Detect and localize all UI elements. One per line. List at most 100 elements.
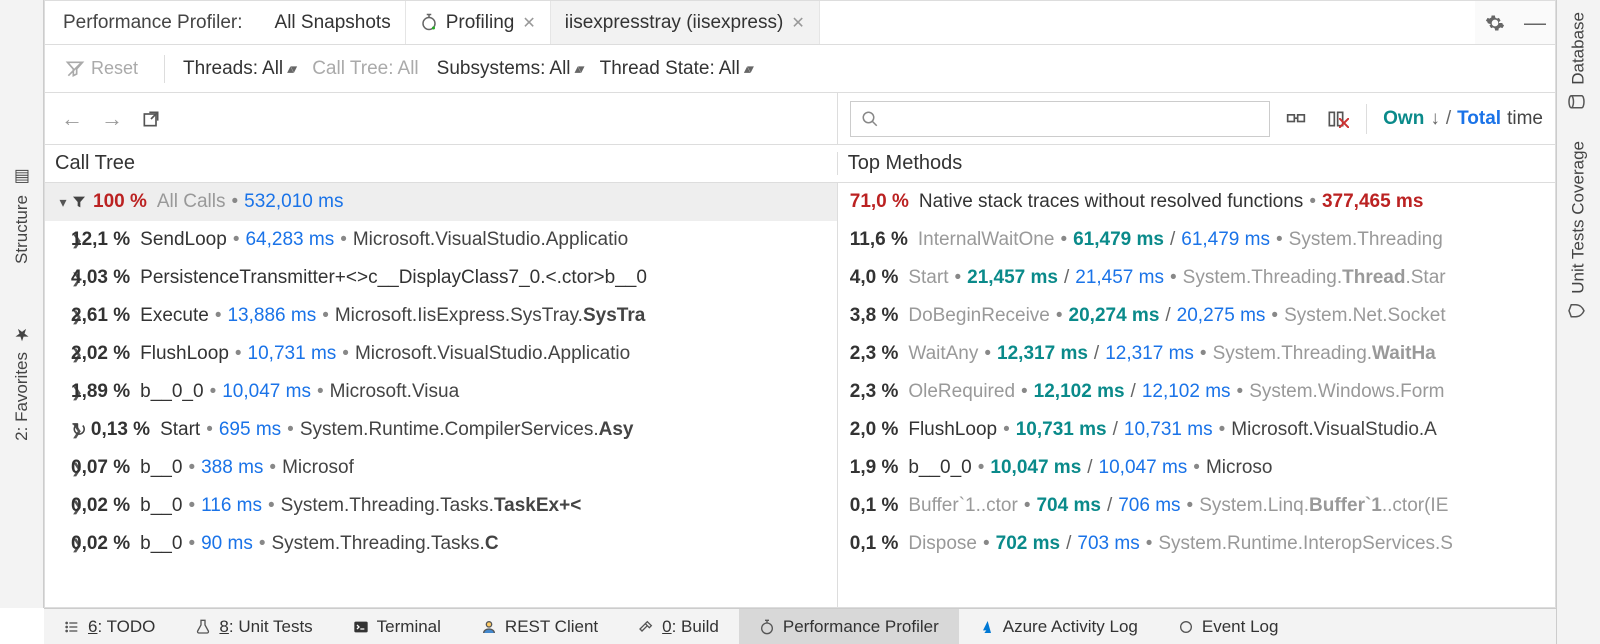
bottom-tab-label: Azure Activity Log (1003, 617, 1138, 637)
bottom-tab-azure-activity-log[interactable]: Azure Activity Log (959, 609, 1158, 644)
panel-title: Performance Profiler: (45, 1, 261, 44)
topmethod-row[interactable]: 0,1 %Dispose•702 ms/703 ms•System.Runtim… (838, 525, 1555, 563)
stopwatch-icon (759, 617, 775, 637)
percent-value: 71,0 % (850, 191, 909, 213)
search-field[interactable] (879, 108, 1259, 129)
percent-value: 0,1 % (850, 495, 899, 517)
view-toggle-button[interactable] (1282, 108, 1310, 129)
ring-icon (1178, 617, 1194, 637)
calltree-row[interactable]: ❯0,02 %b__0•90 ms•System.Threading.Tasks… (45, 525, 837, 563)
calltree-pane[interactable]: ▾100 %All Calls•532,010 ms❯12,1 %SendLoo… (45, 183, 838, 607)
sort-caret-icon: ▴▾ (744, 61, 751, 77)
rail-favorites[interactable]: 2: Favorites ★ (12, 324, 32, 441)
star-icon: ★ (12, 324, 32, 344)
percent-value: 2,0 % (850, 419, 899, 441)
bottom-tab-label: Terminal (377, 617, 441, 637)
rail-coverage[interactable]: Unit Tests Coverage (1567, 141, 1590, 320)
tab-iisexpresstray[interactable]: iisexpresstray (iisexpress) ✕ (551, 1, 820, 44)
filter-calltree[interactable]: Call Tree: All (312, 58, 418, 80)
topmethod-row[interactable]: 3,8 %DoBeginReceive•20,274 ms/20,275 ms•… (838, 297, 1555, 335)
rail-structure[interactable]: Structure ▤ (12, 167, 32, 264)
settings-button[interactable] (1475, 1, 1515, 44)
tab-all-snapshots[interactable]: All Snapshots (261, 1, 406, 44)
database-icon (1567, 93, 1590, 111)
calltree-row[interactable]: ❯12,1 %SendLoop•64,283 ms•Microsoft.Visu… (45, 221, 837, 259)
percent-value: 1,89 % (71, 381, 130, 403)
bottom-tab-label: 6: TODO (88, 617, 155, 637)
own-total-toggle[interactable]: Own↓ / Total time (1383, 108, 1543, 130)
topmethod-row[interactable]: 1,9 %b__0_0•10,047 ms/10,047 ms•Microso (838, 449, 1555, 487)
chevron-down-icon[interactable]: ▾ (45, 194, 71, 211)
bottom-tab-label: Performance Profiler (783, 617, 939, 637)
chevron-right-icon[interactable]: ❯ (45, 498, 71, 515)
close-icon[interactable]: ✕ (522, 13, 535, 33)
back-button[interactable]: ← (61, 106, 83, 132)
minimize-icon: — (1524, 10, 1546, 36)
chevron-right-icon[interactable]: ❯ (45, 536, 71, 553)
profiler-panel: Performance Profiler: All Snapshots Prof… (44, 0, 1556, 608)
minimize-button[interactable]: — (1515, 1, 1555, 44)
percent-value: 0,07 % (71, 457, 130, 479)
percent-value: 0,02 % (71, 495, 130, 517)
bottom-tab-label: REST Client (505, 617, 598, 637)
reset-button[interactable]: Reset (57, 54, 146, 83)
topmethod-row[interactable]: 0,1 %Buffer`1..ctor•704 ms/706 ms•System… (838, 487, 1555, 525)
chevron-right-icon[interactable]: ❯ (45, 384, 71, 401)
recursion-icon: ↻ (71, 419, 87, 442)
forward-button[interactable]: → (101, 106, 123, 132)
tab-bar: Performance Profiler: All Snapshots Prof… (45, 1, 1555, 45)
right-tool-rail: Database Unit Tests Coverage (1556, 0, 1600, 644)
filter-threadstate[interactable]: Thread State: All ▴▾ (600, 58, 751, 80)
hammer-icon (638, 617, 654, 637)
bottom-tab----unit-tests[interactable]: 8: Unit Tests (175, 609, 332, 644)
tab-label: Profiling (446, 12, 515, 34)
calltree-row[interactable]: ❯2,02 %FlushLoop•10,731 ms•Microsoft.Vis… (45, 335, 837, 373)
chevron-right-icon[interactable]: ❯ (45, 422, 71, 439)
bottom-tab-label: Event Log (1202, 617, 1279, 637)
bottom-tab-rest-client[interactable]: REST Client (461, 609, 618, 644)
rail-database[interactable]: Database (1567, 12, 1590, 111)
topmethods-toolbar: Own↓ / Total time (838, 93, 1555, 144)
calltree-row[interactable]: ❯0,02 %b__0•116 ms•System.Threading.Task… (45, 487, 837, 525)
close-icon[interactable]: ✕ (791, 13, 804, 33)
calltree-row[interactable]: ▾100 %All Calls•532,010 ms (45, 183, 837, 221)
chevron-right-icon[interactable]: ❯ (45, 346, 71, 363)
calltree-row[interactable]: ❯4,03 %PersistenceTransmitter+<>c__Displ… (45, 259, 837, 297)
calltree-row[interactable]: ❯2,61 %Execute•13,886 ms•Microsoft.IisEx… (45, 297, 837, 335)
search-input[interactable] (850, 101, 1270, 137)
bottom-tab-event-log[interactable]: Event Log (1158, 609, 1299, 644)
chevron-right-icon[interactable]: ❯ (45, 232, 71, 249)
chevron-right-icon[interactable]: ❯ (45, 460, 71, 477)
filter-subsystems[interactable]: Subsystems: All ▴▾ (437, 58, 582, 80)
bottom-tab-performance-profiler[interactable]: Performance Profiler (739, 609, 959, 644)
azure-icon (979, 617, 995, 637)
topmethods-pane[interactable]: 71,0 %Native stack traces without resolv… (838, 183, 1555, 607)
chevron-right-icon[interactable]: ❯ (45, 270, 71, 287)
calltree-row[interactable]: ❯1,89 %b__0_0•10,047 ms•Microsoft.Visua (45, 373, 837, 411)
topmethod-row[interactable]: 2,0 %FlushLoop•10,731 ms/10,731 ms•Micro… (838, 411, 1555, 449)
down-arrow-icon: ↓ (1430, 108, 1440, 130)
bottom-tab-terminal[interactable]: Terminal (333, 609, 461, 644)
calltree-row[interactable]: ❯↻0,13 %Start•695 ms•System.Runtime.Comp… (45, 411, 837, 449)
percent-value: 0,13 % (91, 419, 150, 441)
sort-caret-icon: ▴▾ (575, 61, 582, 77)
percent-value: 2,3 % (850, 343, 899, 365)
filter-threads[interactable]: Threads: All ▴▾ (183, 58, 294, 80)
tab-profiling[interactable]: Profiling ✕ (406, 1, 551, 44)
calltree-row[interactable]: ❯0,07 %b__0•388 ms•Microsof (45, 449, 837, 487)
topmethod-row[interactable]: 71,0 %Native stack traces without resolv… (838, 183, 1555, 221)
chevron-right-icon[interactable]: ❯ (45, 308, 71, 325)
topmethod-row[interactable]: 2,3 %WaitAny•12,317 ms/12,317 ms•System.… (838, 335, 1555, 373)
clear-filter-button[interactable] (1322, 108, 1350, 129)
topmethod-row[interactable]: 11,6 %InternalWaitOne•61,479 ms/61,479 m… (838, 221, 1555, 259)
bottom-tab----build[interactable]: 0: Build (618, 609, 739, 644)
topmethod-row[interactable]: 4,0 %Start•21,457 ms/21,457 ms•System.Th… (838, 259, 1555, 297)
percent-value: 0,1 % (850, 533, 899, 555)
bottom-tab----todo[interactable]: 6: TODO (44, 609, 175, 644)
bottom-tab-label: 8: Unit Tests (219, 617, 312, 637)
gear-icon (1485, 12, 1505, 33)
topmethod-row[interactable]: 2,3 %OleRequired•12,102 ms/12,102 ms•Sys… (838, 373, 1555, 411)
tab-label: All Snapshots (275, 12, 391, 34)
bottom-tab-label: 0: Build (662, 617, 719, 637)
open-external-button[interactable] (141, 108, 161, 129)
